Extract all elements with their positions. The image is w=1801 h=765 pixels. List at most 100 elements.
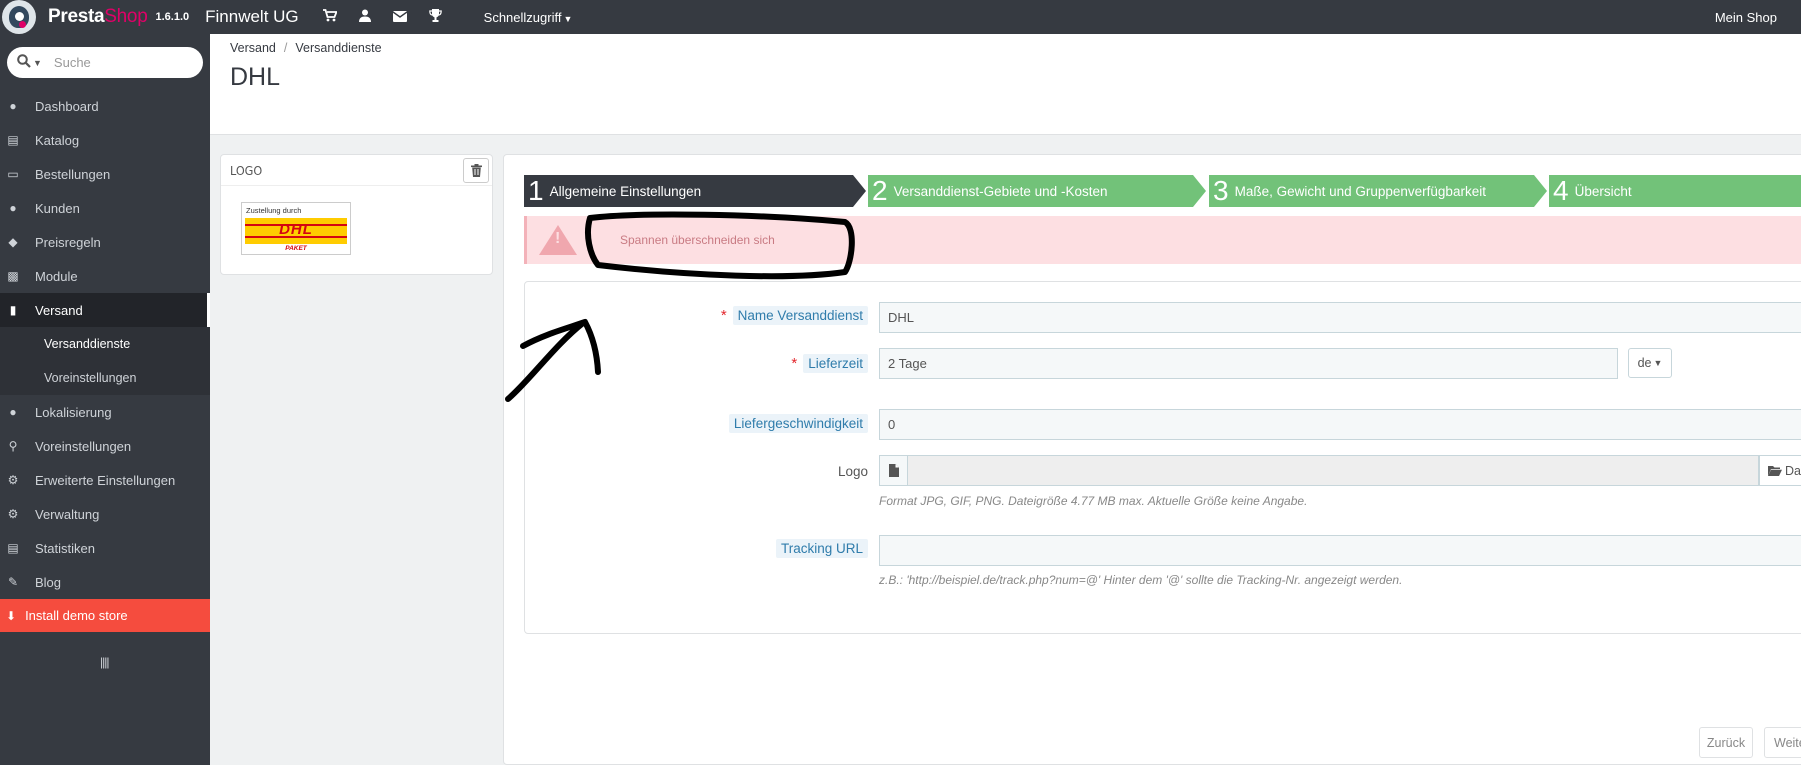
wizard-step-3[interactable]: 3 Maße, Gewicht und Gruppenverfügbarkeit [1209,175,1534,207]
install-demo-label: Install demo store [25,608,128,623]
search-input[interactable] [53,55,174,70]
carrier-name-input[interactable]: DHL [879,302,1801,333]
nav-label: Lokalisierung [35,404,112,420]
logo-file-field[interactable] [908,455,1759,486]
nav-katalog[interactable]: ▤ Katalog [0,123,210,157]
nav-bestellungen[interactable]: ▭ Bestellungen [0,157,210,191]
logo-caption: Zustellung durch [246,206,302,215]
nav-label: Voreinstellungen [35,438,132,454]
trophy-icon[interactable] [428,9,442,25]
subnav-versanddienste[interactable]: Versanddienste [0,327,210,361]
tags-icon: ◆ [8,235,18,249]
name-label-text[interactable]: Name Versanddienst [732,306,868,325]
name-label: * Name Versanddienst [700,306,868,325]
wizard-steps: 1 Allgemeine Einstellungen 2 Versanddien… [524,175,1801,207]
nav-label: Preisregeln [35,234,101,250]
nav-erweiterte-einstellungen[interactable]: ⚙ Erweiterte Einstellungen [0,463,210,497]
nav-label: Blog [35,574,62,590]
search-icon[interactable] [17,54,31,71]
delivery-time-label: * Lieferzeit [700,354,868,373]
carrier-logo-image: Zustellung durch DHL PAKET [241,202,351,255]
nav-module[interactable]: ▩ Module [0,259,210,293]
step-label: Versanddienst-Gebiete und -Kosten [893,183,1108,199]
back-button[interactable]: Zurück [1699,727,1753,758]
collapse-sidebar-icon[interactable]: |||| [100,655,110,669]
notification-icons [322,9,442,25]
nav-verwaltung[interactable]: ⚙ Verwaltung [0,497,210,531]
nav-label: Bestellungen [35,166,111,182]
nav-kunden[interactable]: ● Kunden [0,191,210,225]
delivery-speed-input[interactable]: 0 [879,409,1801,440]
required-asterisk: * [720,307,727,324]
nav-voreinstellungen[interactable]: ⚲ Voreinstellungen [0,429,210,463]
brand-part2: Shop [104,6,148,27]
wizard-step-2[interactable]: 2 Versanddienst-Gebiete und -Kosten [868,175,1193,207]
file-icon [879,455,908,486]
speed-label-text[interactable]: Liefergeschwindigkeit [728,414,868,433]
tracking-help-text: z.B.: 'http://beispiel.de/track.php?num=… [879,573,1403,587]
cart-icon[interactable] [322,9,338,25]
caret-down-icon: ▼ [563,13,573,24]
breadcrumb-item-versand[interactable]: Versand [230,41,276,55]
step-arrow [1193,175,1206,207]
subnav-voreinstellungen[interactable]: Voreinstellungen [0,361,210,395]
shop-name[interactable]: Finnwelt UG [205,7,299,27]
puzzle-icon: ▩ [7,269,19,283]
nav-versand[interactable]: ▮ Versand [0,293,210,327]
search-type-caret-icon[interactable]: ▼ [33,58,42,68]
my-shop-link[interactable]: Mein Shop [1715,10,1777,25]
page-header: Versand / Versanddienste DHL [210,34,1801,135]
truck-icon: ▮ [9,303,17,317]
nav-blog[interactable]: ✎ Blog [0,565,210,599]
choose-file-button[interactable]: Datei [1759,455,1801,486]
tracking-label: Tracking URL [700,539,868,558]
dhl-logo-band: DHL [245,218,347,244]
error-message: Spannen überschneiden sich [620,233,775,247]
warning-mark: ! [555,230,561,247]
wrench-icon: ⚲ [8,439,18,453]
delivery-time-input[interactable]: 2 Tage [879,348,1618,379]
trash-icon [470,164,482,177]
brand-name[interactable]: PrestaShop [48,6,148,28]
sidebar: ▼ ● Dashboard ▤ Katalog ▭ Bestellungen ● Kun… [0,34,210,765]
choose-file-label: Datei [1785,463,1801,478]
install-demo-store-button[interactable]: ⬇ Install demo store [0,599,210,632]
language-dropdown[interactable]: de ▼ [1628,348,1672,378]
nav-statistiken[interactable]: ▤ Statistiken [0,531,210,565]
gear-icon: ⚙ [7,507,19,521]
user-icon[interactable] [358,9,371,25]
prestashop-logo[interactable] [2,0,36,34]
quick-access-menu[interactable]: Schnellzugriff ▼ [484,10,573,25]
nav-label: Verwaltung [35,506,100,522]
step-arrow [1534,175,1547,207]
step-label: Allgemeine Einstellungen [549,183,702,199]
dhl-paket-text: PAKET [285,245,307,252]
caret-down-icon: ▼ [1653,358,1663,368]
next-button[interactable]: Weiter [1764,727,1801,758]
main-nav: ● Dashboard ▤ Katalog ▭ Bestellungen ● Kunde… [0,89,210,599]
breadcrumb-item-versanddienste[interactable]: Versanddienste [295,41,381,55]
logo-label: Logo [700,464,868,479]
folder-open-icon [1768,466,1782,476]
nav-lokalisierung[interactable]: ● Lokalisierung [0,395,210,429]
tracking-label-text[interactable]: Tracking URL [775,539,868,558]
logo-help-text: Format JPG, GIF, PNG. Dateigröße 4.77 MB… [879,494,1308,508]
required-asterisk: * [791,355,798,372]
top-bar: PrestaShop 1.6.1.0 Finnwelt UG Schnellzu… [0,0,1801,34]
wizard-step-1[interactable]: 1 Allgemeine Einstellungen [524,175,853,207]
envelope-icon[interactable] [392,9,408,25]
nav-preisregeln[interactable]: ◆ Preisregeln [0,225,210,259]
step-number: 2 [872,175,888,206]
dhl-logo-text: DHL [279,221,313,238]
breadcrumb: Versand / Versanddienste [230,41,382,55]
tracking-url-input[interactable] [879,535,1801,566]
step-number: 3 [1213,175,1229,206]
delete-logo-button[interactable] [463,158,489,183]
delivery-time-label-text[interactable]: Lieferzeit [803,354,868,373]
nav-dashboard[interactable]: ● Dashboard [0,89,210,123]
nav-label: Kunden [35,200,80,216]
credit-card-icon: ▭ [7,167,19,181]
nav-label: Module [35,268,78,284]
wizard-step-4[interactable]: 4 Übersicht [1549,175,1801,207]
nav-label: Katalog [35,132,80,148]
